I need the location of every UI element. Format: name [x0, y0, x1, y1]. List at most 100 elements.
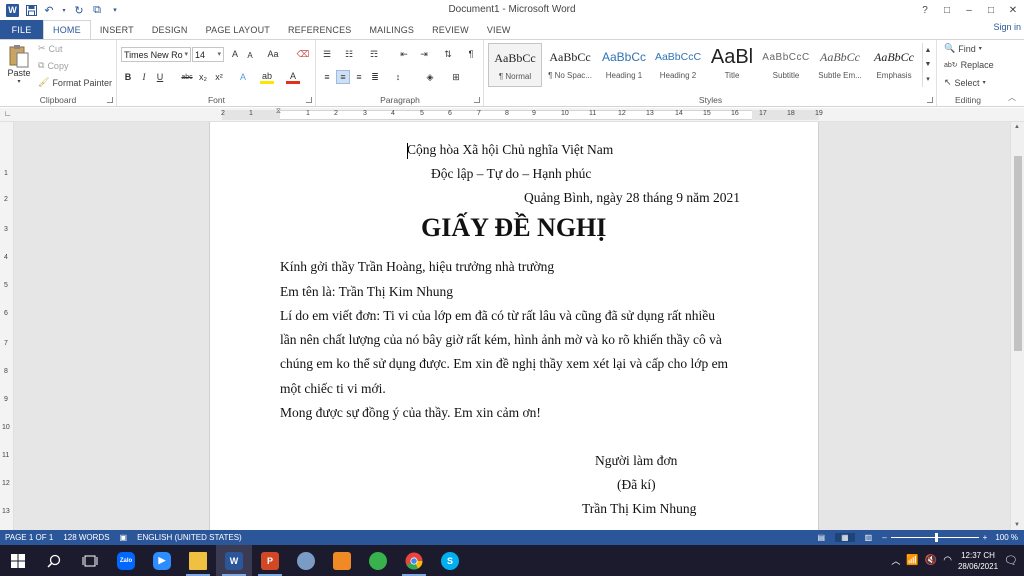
show-hidden-icons-icon[interactable]: ︿ [891, 554, 900, 567]
align-right-icon[interactable]: ≡ [352, 70, 366, 84]
bold-button[interactable]: B [121, 70, 135, 84]
subscript-button[interactable]: x₂ [196, 70, 210, 84]
italic-button[interactable]: I [137, 70, 151, 84]
collapse-ribbon-icon[interactable]: ︿ [1008, 92, 1016, 103]
zoom-out-icon[interactable]: – [882, 533, 886, 542]
tab-page-layout[interactable]: PAGE LAYOUT [197, 20, 279, 39]
style-no-spacing[interactable]: AaBbCc ¶ No Spac... [543, 43, 597, 87]
zoom-slider-knob[interactable] [934, 533, 938, 542]
clear-formatting-icon[interactable]: ⌫ [296, 47, 310, 61]
signer-name[interactable]: Trần Thị Kim Nhung [582, 501, 696, 517]
indent-marker-icon[interactable]: ⧖ [276, 108, 281, 116]
read-mode-icon[interactable]: ▤ [812, 533, 832, 542]
font-launcher-icon[interactable] [306, 97, 312, 103]
style-title[interactable]: AaBl Title [705, 43, 759, 87]
replace-button[interactable]: ab↻ Replace [944, 60, 994, 70]
paragraph-launcher-icon[interactable] [474, 97, 480, 103]
motto-line-2[interactable]: Độc lập – Tự do – Hạnh phúc [431, 166, 591, 182]
web-layout-icon[interactable]: ▥ [859, 533, 879, 542]
date-line[interactable]: Quảng Bình, ngày 28 tháng 9 năm 2021 [524, 190, 740, 206]
document-page[interactable]: Cộng hòa Xã hội Chủ nghĩa Việt Nam Độc l… [209, 122, 819, 530]
taskbar-app-paint[interactable] [288, 545, 324, 576]
scroll-down-icon[interactable]: ▼ [1014, 522, 1020, 528]
tab-insert[interactable]: INSERT [91, 20, 143, 39]
vertical-ruler[interactable]: 1 2 3 4 5 6 7 8 9 10 11 12 13 [0, 122, 14, 530]
sign-in-link[interactable]: Sign in [993, 22, 1021, 32]
zoom-level[interactable]: 100 % [991, 533, 1018, 542]
highlight-icon[interactable]: ab [260, 70, 274, 84]
reason-line-4[interactable]: một chiếc ti vi mới. [280, 381, 386, 397]
decrease-indent-icon[interactable]: ⇤ [397, 47, 411, 61]
touch-mode-icon[interactable]: ⧉ [91, 4, 103, 16]
clipboard-launcher-icon[interactable] [107, 97, 113, 103]
customize-qat-icon[interactable]: ▾ [109, 4, 121, 16]
taskbar-app-orange[interactable] [324, 545, 360, 576]
chevron-down-icon[interactable]: ▼ [925, 61, 932, 68]
undo-icon[interactable]: ↶ [43, 4, 55, 17]
name-line[interactable]: Em tên là: Trần Thị Kim Nhung [280, 284, 453, 300]
language-status[interactable]: ENGLISH (UNITED STATES) [132, 533, 247, 542]
tab-references[interactable]: REFERENCES [279, 20, 361, 39]
wifi-icon[interactable]: ◠ [943, 555, 952, 566]
task-view-button[interactable] [72, 545, 108, 576]
grow-font-icon[interactable]: A [228, 47, 242, 61]
taskbar-app-word[interactable]: W [216, 545, 252, 576]
minimize-button[interactable]: – [958, 0, 980, 20]
search-button[interactable] [36, 545, 72, 576]
zoom-slider[interactable] [890, 533, 979, 542]
signer-label[interactable]: Người làm đơn [595, 453, 677, 469]
print-layout-icon[interactable]: ▦ [835, 533, 855, 542]
font-color-icon[interactable]: A [286, 70, 300, 84]
increase-indent-icon[interactable]: ⇥ [417, 47, 431, 61]
proofing-icon[interactable]: ▣ [115, 533, 133, 542]
style-heading-2[interactable]: AaBbCcC Heading 2 [651, 43, 705, 87]
tab-view[interactable]: VIEW [478, 20, 520, 39]
multilevel-list-icon[interactable]: ☶ [367, 47, 381, 61]
style-subtitle[interactable]: AaBbCcC Subtitle [759, 43, 813, 87]
restore-button[interactable]: □ [980, 0, 1002, 20]
taskbar-app-powerpoint[interactable]: P [252, 545, 288, 576]
tab-home[interactable]: HOME [43, 20, 91, 39]
horizontal-ruler[interactable]: ∟ 2 1 ⧖ 1 2 3 4 5 6 7 8 9 10 11 12 13 14… [0, 108, 1024, 122]
taskbar-app-skype[interactable]: S [432, 545, 468, 576]
taskbar-app-round[interactable] [360, 545, 396, 576]
select-button[interactable]: ↖ Select ▾ [944, 77, 986, 88]
taskbar-app-zoom[interactable]: ▶ [144, 545, 180, 576]
style-subtle-emphasis[interactable]: AaBbCc Subtle Em... [813, 43, 867, 87]
tab-mailings[interactable]: MAILINGS [360, 20, 423, 39]
taskbar-app-zalo[interactable]: Zalo [108, 545, 144, 576]
align-left-icon[interactable]: ≡ [320, 70, 334, 84]
styles-launcher-icon[interactable] [927, 97, 933, 103]
borders-icon[interactable]: ⊞ [449, 70, 463, 84]
bullets-icon[interactable]: ☰ [320, 47, 334, 61]
vertical-scrollbar[interactable]: ▲ ▼ [1010, 122, 1024, 530]
paste-button[interactable]: Paste ▾ [6, 44, 32, 90]
clock[interactable]: 12:37 CH 28/06/2021 [958, 550, 998, 572]
taskbar-app-file-explorer[interactable] [180, 545, 216, 576]
volume-icon[interactable]: 🔇 [925, 555, 937, 566]
tab-file[interactable]: FILE [0, 20, 43, 39]
scroll-thumb[interactable] [1014, 156, 1022, 351]
document-heading[interactable]: GIẤY ĐỀ NGHỊ [421, 213, 606, 243]
underline-button[interactable]: U [153, 70, 167, 84]
format-painter-button[interactable]: 🖌 Format Painter [38, 77, 112, 88]
save-icon[interactable] [25, 4, 37, 16]
tab-design[interactable]: DESIGN [143, 20, 197, 39]
copy-button[interactable]: ⧉ Copy [38, 60, 68, 71]
cut-button[interactable]: ✂ Cut [38, 43, 63, 54]
word-count[interactable]: 128 WORDS [58, 533, 114, 542]
shrink-font-icon[interactable]: A [243, 48, 257, 62]
strikethrough-button[interactable]: abc [180, 70, 194, 84]
start-button[interactable] [0, 545, 36, 576]
style-emphasis[interactable]: AaBbCc Emphasis [867, 43, 921, 87]
ribbon-display-icon[interactable]: □ [936, 0, 958, 20]
superscript-button[interactable]: x² [212, 70, 226, 84]
tab-review[interactable]: REVIEW [423, 20, 478, 39]
reason-line-1[interactable]: Lí do em viết đơn: Ti vi của lớp em đã c… [280, 308, 715, 324]
reason-line-2[interactable]: lần nên chất lượng của nó bây giờ rất ké… [280, 332, 722, 348]
change-case-icon[interactable]: Aa [264, 47, 282, 61]
closing-line[interactable]: Mong được sự đồng ý của thầy. Em xin cảm… [280, 405, 541, 421]
tab-selector-icon[interactable]: ∟ [4, 109, 12, 118]
redo-icon[interactable]: ↻ [73, 4, 85, 17]
line-spacing-icon[interactable]: ↕ [391, 70, 405, 84]
